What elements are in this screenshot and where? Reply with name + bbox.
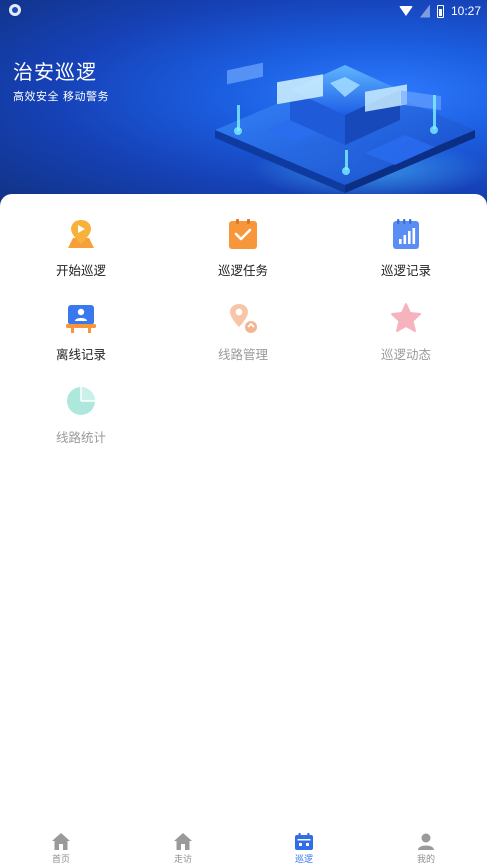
menu-item-label: 巡逻动态 (380, 347, 431, 362)
tab-label: 巡逻 (294, 855, 313, 865)
home-icon (52, 833, 70, 850)
tab-label: 首页 (51, 855, 70, 865)
user-icon (418, 833, 434, 850)
menu-item-patrol-news[interactable]: 巡逻动态 (325, 302, 487, 372)
menu-item-label: 开始巡逻 (55, 263, 106, 278)
wifi-icon (398, 6, 413, 16)
page-subtitle: 高效安全 移动警务 (13, 90, 109, 103)
menu-item-patrol-task[interactable]: 巡逻任务 (162, 218, 324, 288)
tab-mine[interactable]: 我的 (365, 825, 487, 865)
menu-item-label: 离线记录 (55, 347, 106, 362)
star-icon (391, 303, 421, 332)
home-icon (174, 833, 192, 850)
route-pin-icon (230, 304, 257, 333)
status-bar: 10:27 (0, 0, 487, 22)
feature-card: 开始巡逻 巡逻任务 巡逻记录 离线记录 线路管理 巡逻动态 线路统计 (0, 194, 487, 824)
status-time: 10:27 (450, 4, 481, 18)
bottom-tab-bar: 首页 走访 巡逻 我的 (0, 825, 487, 865)
header-banner: 10:27 治安巡逻 高效安全 移动警务 (0, 0, 487, 210)
pie-chart-icon (67, 387, 95, 415)
clipboard-check-icon (229, 219, 257, 249)
tab-visit[interactable]: 走访 (122, 825, 244, 865)
battery-icon (436, 4, 444, 18)
tab-home[interactable]: 首页 (0, 825, 122, 865)
menu-item-label: 巡逻任务 (217, 263, 268, 278)
tab-label: 走访 (173, 855, 192, 865)
status-indicators: 10:27 (398, 3, 481, 19)
id-card-icon (66, 305, 96, 333)
menu-item-route-management[interactable]: 线路管理 (162, 302, 324, 372)
signal-icon (419, 4, 430, 18)
menu-item-label: 巡逻记录 (380, 263, 431, 278)
notebook-chart-icon (393, 219, 419, 249)
menu-item-patrol-records[interactable]: 巡逻记录 (325, 218, 487, 288)
menu-item-start-patrol[interactable]: 开始巡逻 (0, 218, 162, 288)
menu-item-route-statistics[interactable]: 线路统计 (0, 385, 162, 455)
calendar-icon (295, 833, 313, 850)
location-play-icon (68, 220, 94, 248)
menu-item-label: 线路管理 (217, 347, 268, 362)
menu-item-label: 线路统计 (55, 430, 106, 445)
tab-patrol[interactable]: 巡逻 (243, 825, 365, 865)
shield-notification-icon (9, 4, 21, 16)
isometric-platform-illustration (215, 62, 475, 193)
menu-item-offline-records[interactable]: 离线记录 (0, 302, 162, 372)
tab-label: 我的 (416, 855, 435, 865)
page-title: 治安巡逻 (13, 60, 97, 84)
